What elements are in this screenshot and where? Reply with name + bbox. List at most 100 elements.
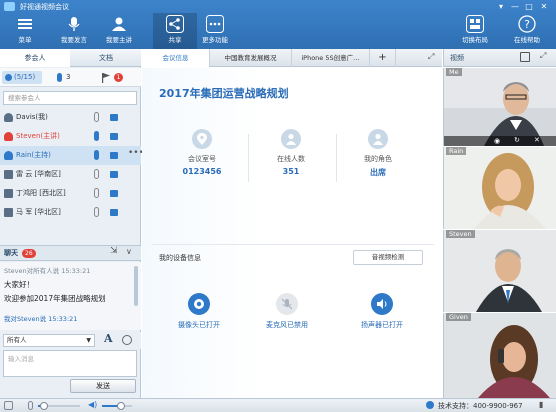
- request-host-label: 我要主讲: [106, 36, 132, 44]
- mic-off-icon[interactable]: [94, 112, 99, 122]
- video-tile-me[interactable]: Me ◉ ↻ ✕: [443, 68, 556, 146]
- video-tile-given[interactable]: Given: [443, 313, 556, 398]
- settings-icon[interactable]: [4, 401, 13, 410]
- chat-input[interactable]: 输入消息: [3, 350, 137, 377]
- stat-value: 351: [282, 167, 300, 176]
- filter-raised-hands[interactable]: 1: [100, 71, 130, 84]
- more-functions-button[interactable]: 更多功能: [193, 13, 237, 49]
- send-button[interactable]: 发送: [70, 379, 136, 393]
- participant-filter-bar: (5/15) 3 1: [0, 68, 141, 87]
- mic-mute-icon[interactable]: [28, 401, 33, 410]
- add-tab-button[interactable]: +: [370, 49, 396, 67]
- dropdown-window-button[interactable]: ▾: [494, 1, 508, 12]
- mic-volume-thumb[interactable]: [40, 402, 48, 410]
- camera-icon[interactable]: [110, 171, 118, 178]
- request-host-button[interactable]: 我要主讲: [97, 13, 141, 49]
- stat-label: 我的角色: [364, 155, 392, 163]
- speaker-volume-icon[interactable]: ◀): [88, 400, 97, 409]
- microphone-disabled-icon: [276, 293, 298, 315]
- request-speak-button[interactable]: 我要发言: [52, 13, 96, 49]
- device-status: 扬声器已打开: [361, 321, 403, 329]
- presenter-user-icon: [4, 132, 13, 141]
- online-help-button[interactable]: ? 在线帮助: [505, 13, 549, 49]
- content-tabs: 会议信息 中国教育发展概况 iPhone 5S创意广… + ⤢: [142, 49, 442, 67]
- tab-documents[interactable]: 文档: [71, 49, 141, 67]
- speaker-volume-thumb[interactable]: [117, 402, 125, 410]
- maximize-button[interactable]: □: [522, 1, 536, 12]
- participant-name: 马 军 [华北区]: [16, 208, 61, 216]
- more-functions-label: 更多功能: [202, 36, 228, 44]
- tab-document[interactable]: iPhone 5S创意广…: [292, 49, 370, 67]
- video-settings-icon[interactable]: [520, 52, 530, 62]
- location-pin-icon: [192, 129, 212, 149]
- microphone-icon: [65, 15, 83, 33]
- status-bar: ◀) 技术支持：400-9900-967 ▮: [0, 398, 556, 412]
- refresh-icon[interactable]: ↻: [514, 136, 520, 144]
- expand-icon[interactable]: ⤢: [428, 52, 434, 62]
- av-detect-button[interactable]: 音视频检测: [353, 250, 423, 265]
- tab-meeting-info[interactable]: 会议信息: [142, 49, 210, 67]
- participant-name: Rain(主持): [16, 151, 51, 159]
- expand-video-icon[interactable]: ⤢: [540, 51, 546, 61]
- mic-off-icon[interactable]: [94, 207, 99, 217]
- flag-icon: [102, 73, 110, 83]
- camera-icon[interactable]: [110, 209, 118, 216]
- request-speak-label: 我要发言: [61, 36, 87, 44]
- tab-document[interactable]: 中国教育发展概况: [210, 49, 292, 67]
- chat-header: 聊天 26 ⇲ ∨: [0, 245, 141, 261]
- participant-row[interactable]: Davis(我): [0, 108, 141, 127]
- chat-scrollbar[interactable]: [134, 266, 138, 306]
- phone-user-icon: [4, 189, 13, 198]
- speaker-icon: [371, 293, 393, 315]
- close-video-icon[interactable]: ✕: [534, 136, 540, 144]
- participant-row[interactable]: 丁鸿阳 [西北区]: [0, 184, 141, 203]
- mic-off-icon[interactable]: [94, 169, 99, 179]
- stat-label: 会议室号: [188, 155, 216, 163]
- switch-layout-button[interactable]: 切换布局: [453, 13, 497, 49]
- support-icon: [426, 401, 434, 409]
- switch-layout-label: 切换布局: [462, 36, 488, 44]
- video-tile-rain[interactable]: Rain: [443, 147, 556, 229]
- participant-row-selected[interactable]: Rain(主持) •••: [0, 146, 144, 165]
- emoji-icon[interactable]: [122, 335, 132, 345]
- camera-lens-icon: [188, 293, 210, 315]
- menu-button[interactable]: 菜单: [3, 13, 47, 49]
- share-button[interactable]: 共享: [153, 13, 197, 49]
- chat-collapse-icon[interactable]: ∨: [126, 247, 132, 256]
- participant-row[interactable]: Steven(主讲): [0, 127, 141, 146]
- participant-photo: [444, 147, 556, 229]
- speaker-volume-slider[interactable]: [102, 402, 132, 410]
- camera-icon[interactable]: [110, 190, 118, 197]
- font-format-icon[interactable]: A: [104, 332, 113, 345]
- close-button[interactable]: ✕: [537, 1, 551, 12]
- camera-icon[interactable]: [110, 114, 118, 121]
- device-microphone[interactable]: 麦克风已禁用: [252, 293, 322, 330]
- camera-icon[interactable]: [110, 133, 118, 140]
- video-panel-title: 视频: [450, 54, 464, 62]
- device-speaker[interactable]: 扬声器已打开: [347, 293, 417, 330]
- participant-row[interactable]: 马 军 [华北区]: [0, 203, 141, 222]
- filter-all-people[interactable]: (5/15): [2, 71, 42, 84]
- video-name-label: Me: [446, 68, 462, 76]
- tab-participants[interactable]: 参会人: [0, 49, 70, 67]
- eye-icon[interactable]: ◉: [494, 137, 500, 145]
- stat-room-number: 会议室号 0123456: [161, 129, 243, 176]
- mic-volume-slider[interactable]: [38, 402, 80, 410]
- mic-on-icon[interactable]: [94, 131, 99, 141]
- minimize-button[interactable]: —: [508, 1, 522, 12]
- participant-search-input[interactable]: 搜索参会人: [3, 91, 137, 105]
- participant-row[interactable]: 雷 云 [华南区]: [0, 165, 141, 184]
- filter-speaking[interactable]: 3: [55, 71, 85, 84]
- mic-off-icon[interactable]: [94, 188, 99, 198]
- mic-on-icon[interactable]: [94, 150, 99, 160]
- recipient-select[interactable]: 所有人 ▼: [3, 334, 95, 347]
- video-controls: ◉ ↻ ✕: [444, 136, 556, 146]
- video-name-label: Steven: [446, 230, 475, 238]
- device-camera[interactable]: 摄像头已打开: [164, 293, 234, 330]
- participant-photo: [444, 313, 556, 398]
- chat-popout-icon[interactable]: ⇲: [110, 246, 118, 256]
- meeting-info-panel: 2017年集团运营战略规划 会议室号 0123456 在线人数 351 我的角色…: [142, 68, 442, 398]
- help-icon: ?: [518, 15, 536, 33]
- camera-icon[interactable]: [110, 152, 118, 159]
- video-tile-steven[interactable]: Steven: [443, 230, 556, 312]
